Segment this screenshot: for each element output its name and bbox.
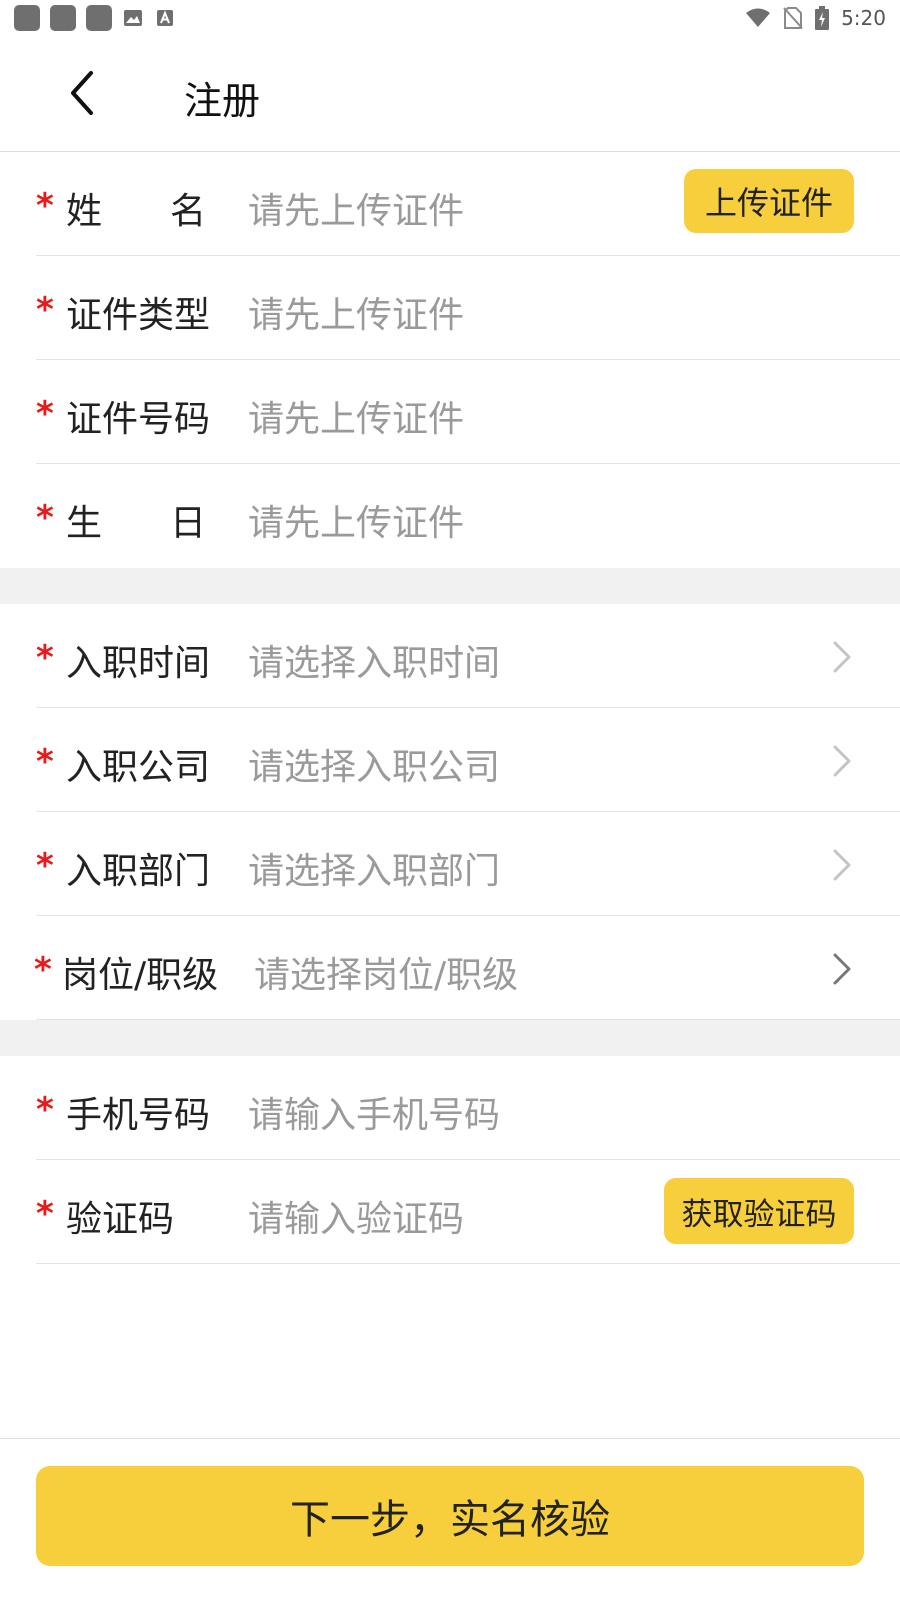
contact-section: * 手机号码 请输入手机号码 * 验证码 请输入验证码 获取验证码 bbox=[0, 1056, 900, 1264]
chevron-right-icon bbox=[833, 641, 851, 673]
image-icon bbox=[122, 7, 144, 29]
company-row[interactable]: * 入职公司 请选择入职公司 bbox=[36, 708, 900, 812]
page-title: 注册 bbox=[184, 79, 261, 123]
position-field[interactable]: 请选择岗位/职级 bbox=[254, 946, 518, 998]
name-row: * 姓 名 请先上传证件 上传证件 bbox=[36, 152, 900, 256]
id-type-row: * 证件类型 请先上传证件 bbox=[36, 256, 900, 360]
battery-icon bbox=[815, 6, 830, 30]
notification-icon bbox=[50, 5, 76, 31]
required-mark: * bbox=[36, 638, 54, 678]
id-type-field[interactable]: 请先上传证件 bbox=[248, 286, 464, 338]
section-divider bbox=[0, 568, 900, 604]
chevron-left-icon bbox=[71, 71, 93, 115]
footer-divider bbox=[0, 1438, 900, 1439]
id-type-label: 证件类型 bbox=[66, 295, 211, 336]
position-row[interactable]: * 岗位/职级 请选择岗位/职级 bbox=[34, 916, 900, 1020]
upload-id-button[interactable]: 上传证件 bbox=[684, 169, 854, 233]
hire-date-row[interactable]: * 入职时间 请选择入职时间 bbox=[36, 604, 900, 708]
notification-icon bbox=[14, 5, 40, 31]
required-mark: * bbox=[36, 742, 54, 782]
required-mark: * bbox=[34, 950, 52, 990]
id-number-label: 证件号码 bbox=[66, 399, 211, 440]
required-mark: * bbox=[36, 1194, 54, 1234]
department-label: 入职部门 bbox=[66, 851, 211, 892]
hire-date-field[interactable]: 请选择入职时间 bbox=[248, 634, 500, 686]
verify-code-row: * 验证码 请输入验证码 获取验证码 bbox=[36, 1160, 900, 1264]
department-row[interactable]: * 入职部门 请选择入职部门 bbox=[36, 812, 900, 916]
id-number-row: * 证件号码 请先上传证件 bbox=[36, 360, 900, 464]
status-right: 5:20 bbox=[745, 6, 886, 30]
required-mark: * bbox=[36, 186, 54, 226]
required-mark: * bbox=[36, 498, 54, 538]
name-label: 姓 名 bbox=[66, 191, 206, 232]
chevron-right-icon bbox=[833, 745, 851, 777]
required-mark: * bbox=[36, 1090, 54, 1130]
back-button[interactable] bbox=[60, 68, 104, 118]
name-field[interactable]: 请先上传证件 bbox=[248, 182, 464, 234]
id-section: * 姓 名 请先上传证件 上传证件 * 证件类型 请先上传证件 * 证件号码 请… bbox=[0, 152, 900, 568]
chevron-right-icon bbox=[833, 849, 851, 881]
job-section: * 入职时间 请选择入职时间 * 入职公司 请选择入职公司 * 入职部门 请选择… bbox=[0, 604, 900, 1020]
section-divider bbox=[0, 1020, 900, 1056]
app-header: 注册 bbox=[0, 36, 900, 152]
status-left bbox=[14, 5, 176, 31]
phone-input[interactable]: 请输入手机号码 bbox=[248, 1086, 500, 1138]
a-icon bbox=[154, 7, 176, 29]
notification-icon bbox=[86, 5, 112, 31]
phone-label: 手机号码 bbox=[66, 1095, 211, 1136]
wifi-icon bbox=[745, 8, 771, 28]
company-label: 入职公司 bbox=[66, 747, 211, 788]
status-time: 5:20 bbox=[841, 6, 886, 30]
position-label: 岗位/职级 bbox=[62, 955, 219, 996]
next-step-button[interactable]: 下一步，实名核验 bbox=[36, 1466, 864, 1566]
birthday-field[interactable]: 请先上传证件 bbox=[248, 494, 464, 546]
birthday-label: 生 日 bbox=[66, 503, 206, 544]
status-bar: 5:20 bbox=[0, 0, 900, 36]
required-mark: * bbox=[36, 846, 54, 886]
hire-date-label: 入职时间 bbox=[66, 643, 211, 684]
id-number-field[interactable]: 请先上传证件 bbox=[248, 390, 464, 442]
get-code-button[interactable]: 获取验证码 bbox=[664, 1178, 854, 1244]
verify-code-input[interactable]: 请输入验证码 bbox=[248, 1190, 464, 1242]
required-mark: * bbox=[36, 290, 54, 330]
required-mark: * bbox=[36, 394, 54, 434]
birthday-row: * 生 日 请先上传证件 bbox=[36, 464, 900, 568]
verify-code-label: 验证码 bbox=[66, 1199, 175, 1240]
no-sim-icon bbox=[783, 7, 803, 29]
phone-row: * 手机号码 请输入手机号码 bbox=[36, 1056, 900, 1160]
chevron-right-icon bbox=[833, 953, 851, 985]
department-field[interactable]: 请选择入职部门 bbox=[248, 842, 500, 894]
company-field[interactable]: 请选择入职公司 bbox=[248, 738, 500, 790]
